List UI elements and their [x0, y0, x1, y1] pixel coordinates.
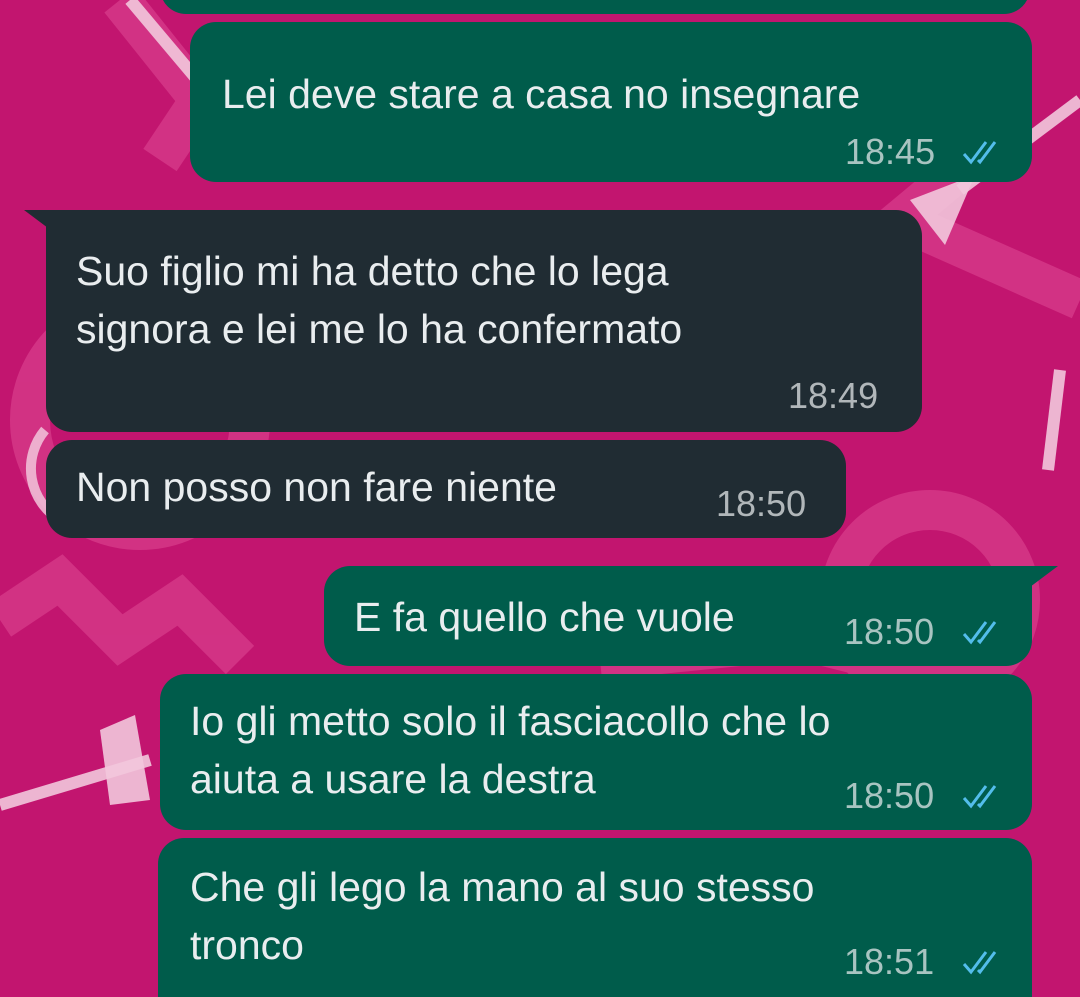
message-text: Lei deve stare a casa no insegnare — [222, 71, 861, 117]
double-check-read-icon — [962, 951, 997, 975]
message-list[interactable]: Lei deve stare a casa no insegnare 18:45… — [0, 0, 1080, 997]
message-bubble-incoming[interactable]: Non posso non fare niente 18:50 — [46, 440, 846, 538]
message-timestamp: 18:50 — [844, 611, 935, 652]
message-timestamp: 18:50 — [716, 483, 807, 524]
message-text: Non posso non fare niente — [76, 464, 557, 510]
double-check-read-icon — [962, 785, 997, 809]
double-check-read-icon — [962, 621, 997, 645]
message-text: E fa quello che vuole — [354, 594, 735, 640]
message-timestamp: 18:45 — [845, 131, 936, 172]
message-bubble-outgoing[interactable]: Io gli metto solo il fasciacollo che lo … — [160, 674, 1032, 830]
message-text-line: aiuta a usare la destra — [190, 756, 596, 802]
message-bubble-outgoing[interactable]: Che gli lego la mano al suo stesso tronc… — [158, 838, 1032, 997]
message-text-line: Io gli metto solo il fasciacollo che lo — [190, 698, 831, 744]
message-bubble-incoming[interactable]: Suo figlio mi ha detto che lo lega signo… — [46, 210, 922, 432]
message-text-line: signora e lei me lo ha confermato — [76, 306, 683, 352]
message-text-line: Che gli lego la mano al suo stesso — [190, 864, 815, 910]
message-timestamp: 18:50 — [844, 775, 935, 816]
message-text-line: Suo figlio mi ha detto che lo lega — [76, 248, 669, 294]
double-check-read-icon — [962, 141, 997, 165]
message-bubble-outgoing[interactable]: Lei deve stare a casa no insegnare 18:45 — [190, 22, 1032, 182]
message-timestamp: 18:49 — [788, 375, 879, 416]
message-bubble-partial[interactable] — [160, 0, 1030, 14]
message-text-line: tronco — [190, 922, 304, 968]
message-timestamp: 18:51 — [844, 941, 935, 982]
message-bubble-outgoing[interactable]: E fa quello che vuole 18:50 — [324, 566, 1032, 666]
